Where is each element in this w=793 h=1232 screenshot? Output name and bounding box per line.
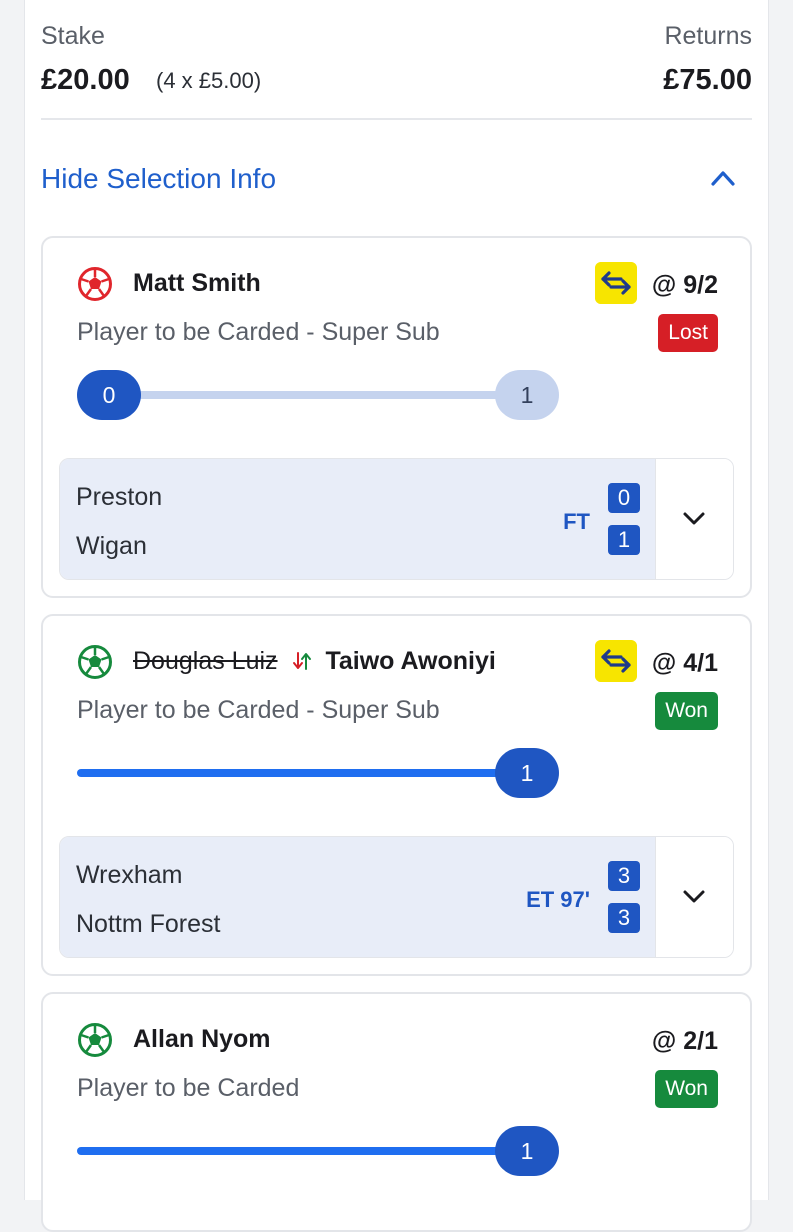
away-score: 1	[608, 525, 640, 555]
progress-line	[77, 769, 519, 777]
chevron-up-icon[interactable]	[710, 168, 736, 188]
bet-panel: Stake £20.00 (4 x £5.00) Returns £75.00 …	[24, 0, 769, 1232]
odds: @ 2/1	[651, 1027, 718, 1055]
expand-event-button[interactable]	[655, 459, 733, 579]
match-status: ET 97'	[526, 887, 590, 912]
market-name: Player to be Carded	[77, 1074, 300, 1102]
progress-line	[97, 391, 529, 399]
away-team: Nottm Forest	[76, 910, 221, 938]
market-name: Player to be Carded - Super Sub	[77, 696, 440, 724]
expand-event-button[interactable]	[655, 837, 733, 957]
player-name: Allan Nyom	[133, 1025, 271, 1053]
player-name: Taiwo Awoniyi	[325, 647, 496, 675]
player-name-group: Douglas Luiz Taiwo Awoniyi	[133, 647, 496, 676]
event-scoreboard: Wrexham Nottm Forest ET 97' 3 3	[59, 836, 734, 958]
progress-target-pill: 1	[495, 370, 559, 420]
match-status: FT	[563, 509, 590, 534]
chevron-down-icon[interactable]	[682, 511, 706, 527]
football-icon	[78, 267, 112, 301]
home-team: Wrexham	[76, 861, 183, 889]
progress-tracker: 0 1	[77, 370, 559, 420]
football-icon	[78, 1023, 112, 1057]
bet-summary: Stake £20.00 (4 x £5.00) Returns £75.00	[41, 0, 752, 120]
super-sub-icon	[595, 262, 637, 304]
result-badge: Won	[655, 1070, 718, 1108]
result-badge: Won	[655, 692, 718, 730]
progress-target-pill: 1	[495, 748, 559, 798]
selection-card: Allan Nyom @ 2/1 Player to be Carded Won…	[41, 992, 752, 1232]
away-team: Wigan	[76, 532, 147, 560]
home-score: 0	[608, 483, 640, 513]
event-teams: Preston Wigan FT 0 1	[60, 459, 656, 579]
substitution-icon	[293, 652, 312, 670]
market-name: Player to be Carded - Super Sub	[77, 318, 440, 346]
progress-tracker: 1	[77, 1126, 559, 1176]
stake-breakdown: (4 x £5.00)	[156, 68, 262, 93]
event-scoreboard: Preston Wigan FT 0 1	[59, 458, 734, 580]
stake-value: £20.00	[41, 64, 130, 96]
progress-target-pill: 1	[495, 1126, 559, 1176]
stake-label: Stake	[41, 22, 105, 50]
odds: @ 9/2	[651, 271, 718, 299]
selection-card: Matt Smith @ 9/2 Player to be Carded - S…	[41, 236, 752, 598]
away-score: 3	[608, 903, 640, 933]
super-sub-icon	[595, 640, 637, 682]
home-team: Preston	[76, 483, 163, 511]
progress-line	[77, 1147, 519, 1155]
home-score: 3	[608, 861, 640, 891]
progress-tracker: 1	[77, 748, 559, 798]
replaced-player-name: Douglas Luiz	[133, 647, 278, 675]
selection-card: Douglas Luiz Taiwo Awoniyi @ 4/1 Player …	[41, 614, 752, 976]
player-name: Matt Smith	[133, 269, 261, 297]
returns-label: Returns	[664, 22, 752, 50]
toggle-label[interactable]: Hide Selection Info	[41, 163, 276, 195]
football-icon	[78, 645, 112, 679]
chevron-down-icon[interactable]	[682, 889, 706, 905]
odds: @ 4/1	[651, 649, 718, 677]
result-badge: Lost	[658, 314, 718, 352]
progress-start-pill: 0	[77, 370, 141, 420]
event-teams: Wrexham Nottm Forest ET 97' 3 3	[60, 837, 656, 957]
hide-selection-info-toggle[interactable]: Hide Selection Info	[41, 150, 752, 210]
returns-value: £75.00	[663, 64, 752, 96]
